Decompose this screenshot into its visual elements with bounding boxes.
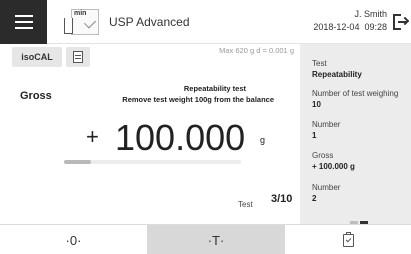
complete-button[interactable] <box>285 225 411 254</box>
info-panel[interactable]: Test Repeatability Number of test weighi… <box>300 44 411 224</box>
menu-icon <box>14 15 33 17</box>
tare-button[interactable]: ·T· <box>147 225 285 254</box>
instruction-title: Repeatability test <box>183 84 246 93</box>
isocal-button[interactable]: isoCAL <box>12 47 62 67</box>
info-label: Number <box>312 183 341 192</box>
weight-unit: g <box>260 135 266 145</box>
balance-capacity: Max 620 g d = 0.001 g <box>219 46 294 55</box>
info-item: Number 1 <box>312 119 340 141</box>
info-item: Test Repeatability <box>312 58 362 80</box>
info-item: Number of test weighing 10 <box>312 88 398 110</box>
weight-sign: + <box>86 124 99 149</box>
date: 2018-12-04 <box>313 22 360 32</box>
info-item: Gross + 100.000 g <box>312 150 355 172</box>
menu-button[interactable] <box>0 0 47 44</box>
info-item: Number 2 <box>312 182 340 204</box>
info-value: 2 <box>312 194 317 203</box>
info-label: Number <box>312 120 341 129</box>
document-button[interactable] <box>66 47 90 67</box>
info-value: + 100.000 g <box>312 162 355 171</box>
tare-label: ·T· <box>207 232 225 248</box>
info-value: 1 <box>312 131 317 140</box>
date-time: 2018-12-04 09:28 <box>313 22 387 32</box>
zero-label: ·0· <box>65 232 82 248</box>
instruction-text: Remove test weight 100g from the balance <box>122 95 274 104</box>
zero-button[interactable]: ·0· <box>0 225 147 254</box>
method-icon[interactable]: min <box>61 8 101 36</box>
test-count: 3/10 <box>271 193 293 205</box>
method-icon-text: min <box>74 10 87 17</box>
time: 09:28 <box>364 22 387 32</box>
info-label: Test <box>312 59 327 68</box>
info-label: Gross <box>312 151 334 160</box>
header-bar: min USP Advanced J. Smith 2018-12-04 09:… <box>0 0 411 44</box>
logout-icon[interactable] <box>393 14 410 30</box>
mode-label: Gross <box>20 90 52 102</box>
test-label: Test <box>238 200 253 209</box>
weight-value: 100.000 <box>115 117 246 158</box>
capacity-bar-fill <box>64 160 91 164</box>
softkey-bar: ·0· ·T· <box>0 224 411 254</box>
info-value: 10 <box>312 100 321 109</box>
info-value: Repeatability <box>312 70 362 79</box>
info-label: Number of test weighing <box>312 89 399 98</box>
user-name: J. Smith <box>354 9 387 19</box>
method-title[interactable]: USP Advanced <box>109 15 190 29</box>
clipboard-check-icon <box>342 231 354 247</box>
capacity-bar <box>64 160 241 164</box>
document-icon <box>73 51 83 63</box>
